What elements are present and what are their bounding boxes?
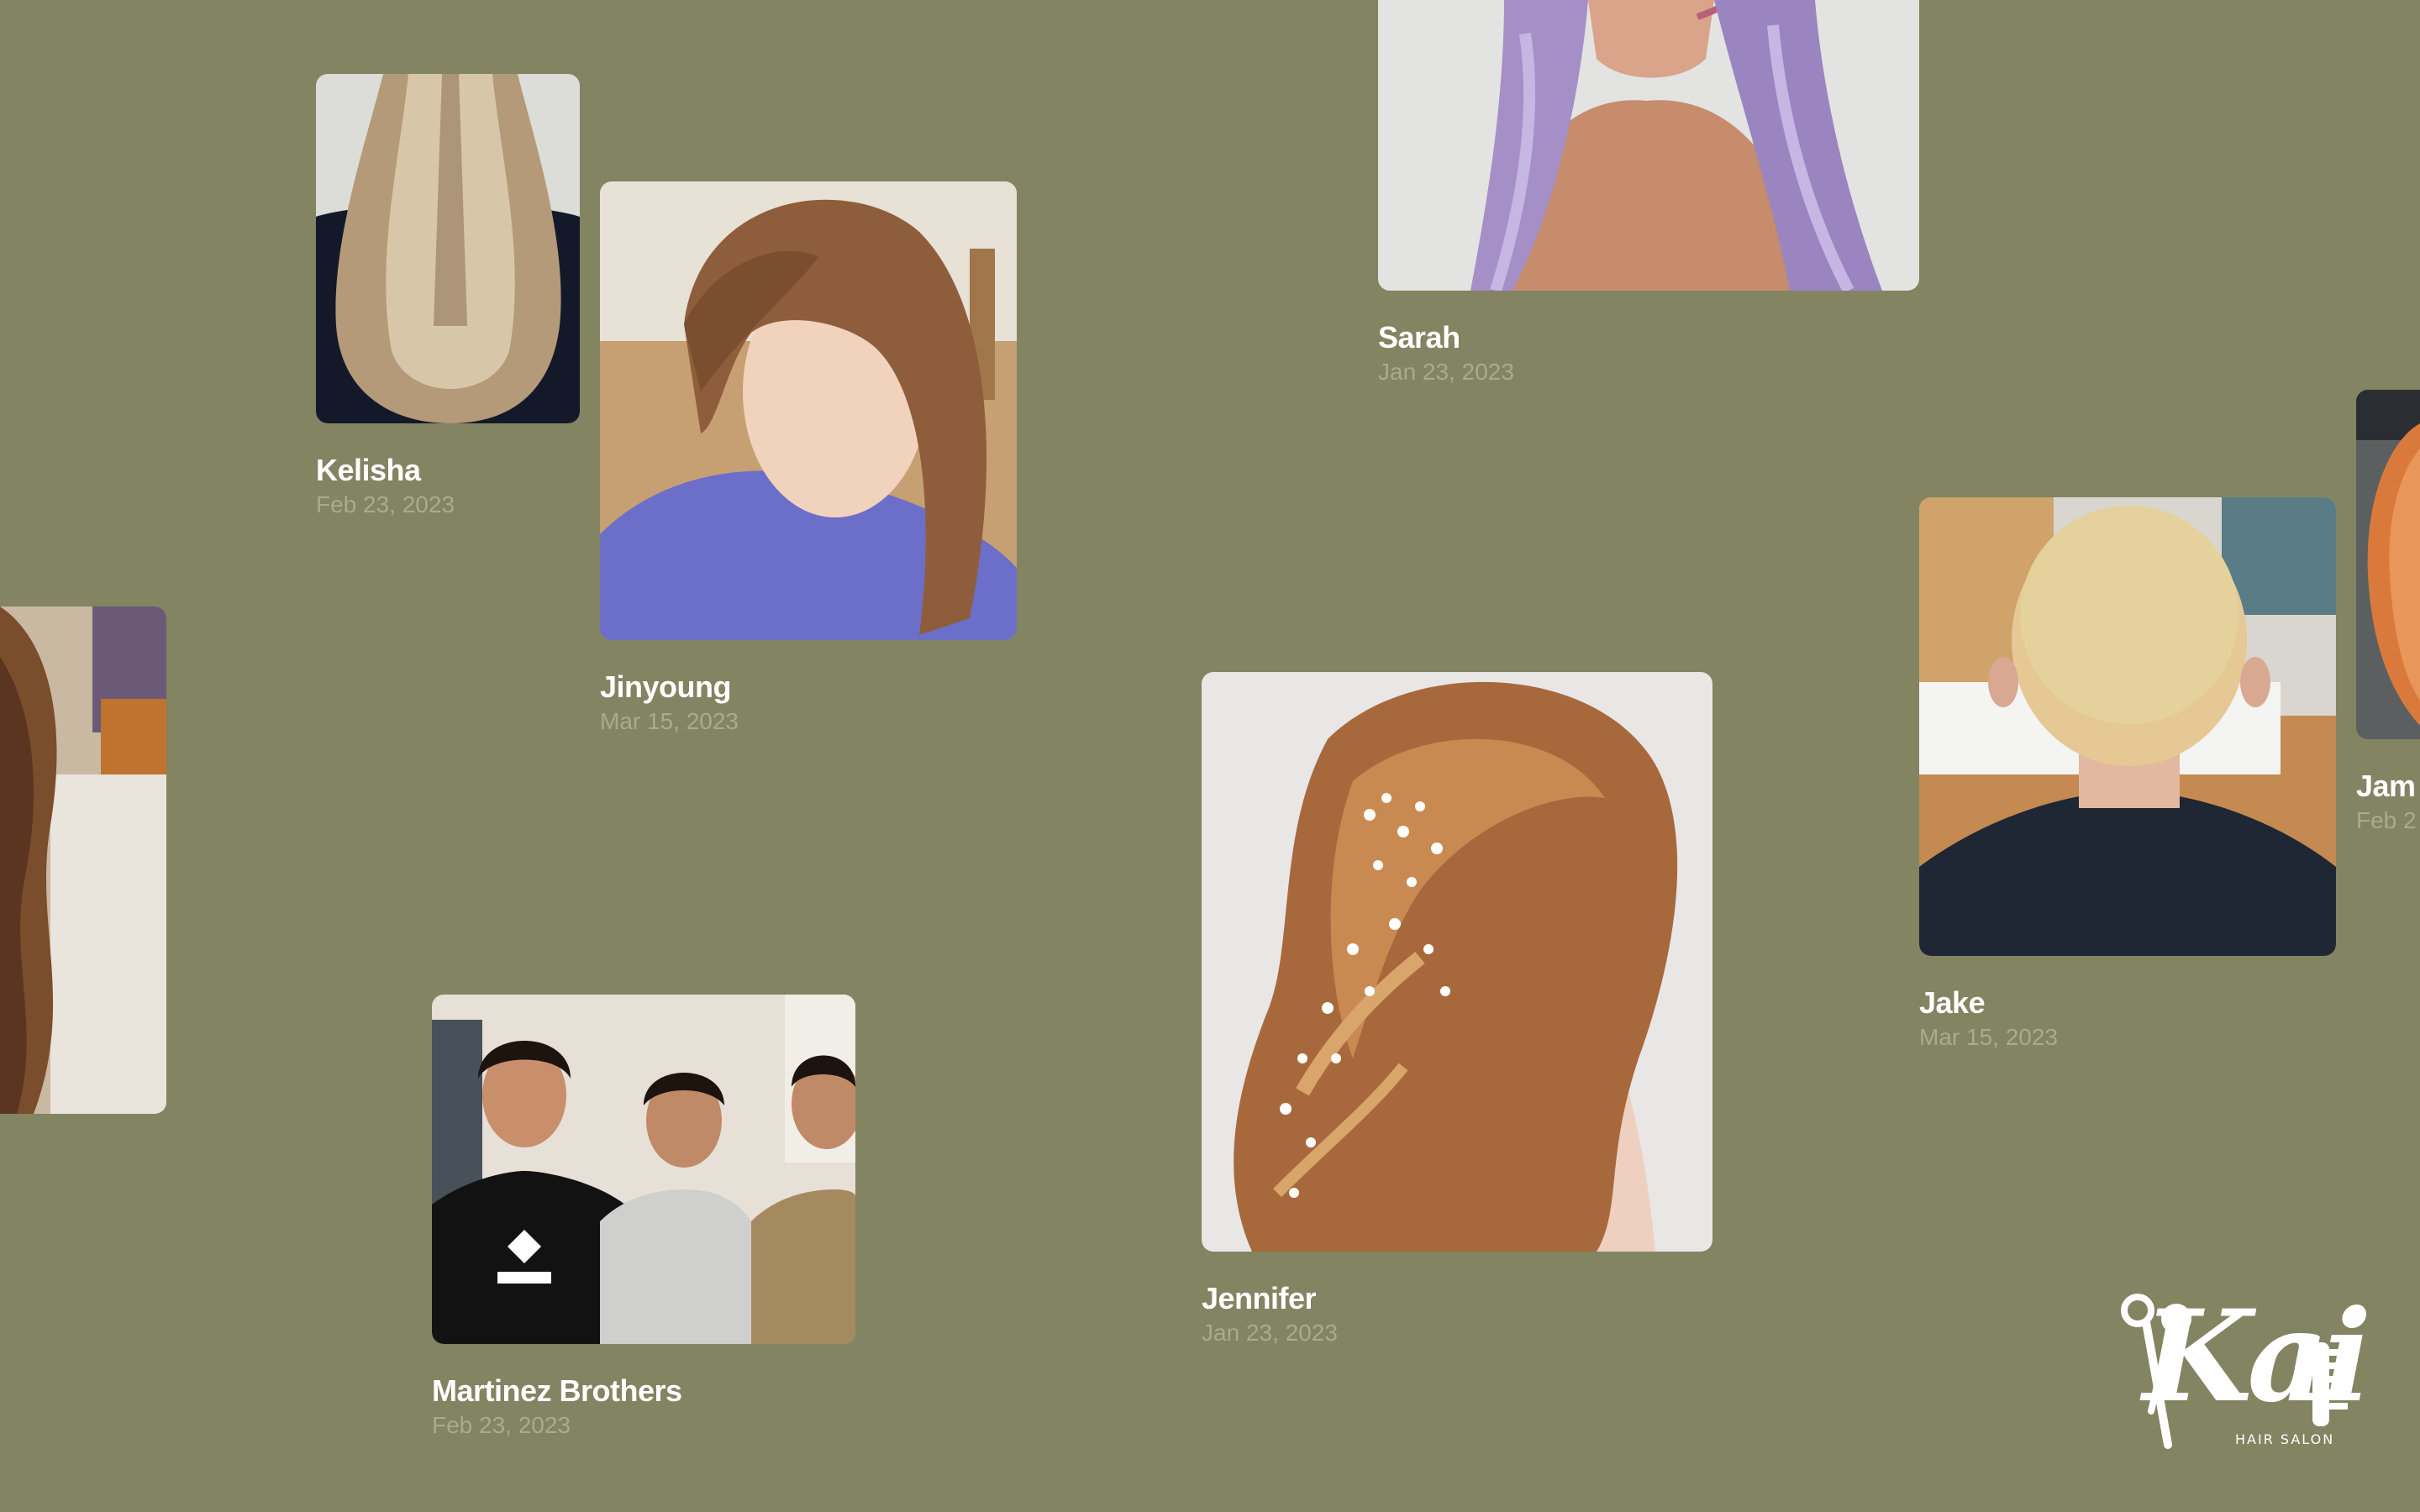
gallery-card-kelisha[interactable]: Kelisha Feb 23, 2023 (316, 74, 580, 517)
card-name: Jake (1919, 985, 1986, 1020)
gallery-photo-jennifer[interactable] (1202, 672, 1712, 1252)
card-name: Sarah (1378, 320, 1460, 354)
brand-logo[interactable]: Kai HAIR SALON (2118, 1285, 2372, 1453)
logo-tagline: HAIR SALON (2235, 1431, 2335, 1447)
gallery-photo-jam[interactable] (2356, 390, 2420, 739)
card-name: Kelisha (316, 453, 421, 487)
gallery-card-martinez-brothers[interactable]: Martinez Brothers Feb 23, 2023 (432, 995, 855, 1438)
card-name: Jennifer (1202, 1281, 1317, 1315)
gallery-photo-kelisha[interactable] (316, 74, 580, 423)
card-date: Mar 15, 2023 (600, 707, 739, 734)
card-date: Mar 15, 2023 (1919, 1023, 2058, 1050)
card-date: Feb 23, 2023 (432, 1411, 571, 1438)
card-name: Jinyoung (600, 669, 732, 704)
card-name: Martinez Brothers (432, 1373, 682, 1408)
gallery-photo[interactable] (0, 606, 166, 1114)
gallery-photo-sarah[interactable] (1378, 0, 1919, 291)
card-date: Feb 2 (2356, 806, 2417, 833)
gallery-card-sarah[interactable]: Sarah Jan 23, 2023 (1378, 0, 1919, 385)
card-name: Jam (2356, 769, 2416, 803)
gallery-card-jinyoung[interactable]: Jinyoung Mar 15, 2023 (600, 181, 1017, 734)
gallery-card-left-partial[interactable] (0, 606, 166, 1114)
card-date: Jan 23, 2023 (1378, 358, 1514, 385)
card-date: Jan 23, 2023 (1202, 1319, 1338, 1346)
gallery-photo-jinyoung[interactable] (600, 181, 1017, 640)
comb-icon (2312, 1342, 2348, 1426)
gallery-photo-martinez-brothers[interactable] (432, 995, 855, 1344)
gallery-card-jam-partial[interactable]: Jam Feb 2 (2356, 390, 2420, 833)
gallery-photo-jake[interactable] (1919, 497, 2336, 956)
card-date: Feb 23, 2023 (316, 491, 455, 517)
gallery-card-jennifer[interactable]: Jennifer Jan 23, 2023 (1202, 672, 1712, 1346)
gallery-card-jake[interactable]: Jake Mar 15, 2023 (1919, 497, 2336, 1050)
